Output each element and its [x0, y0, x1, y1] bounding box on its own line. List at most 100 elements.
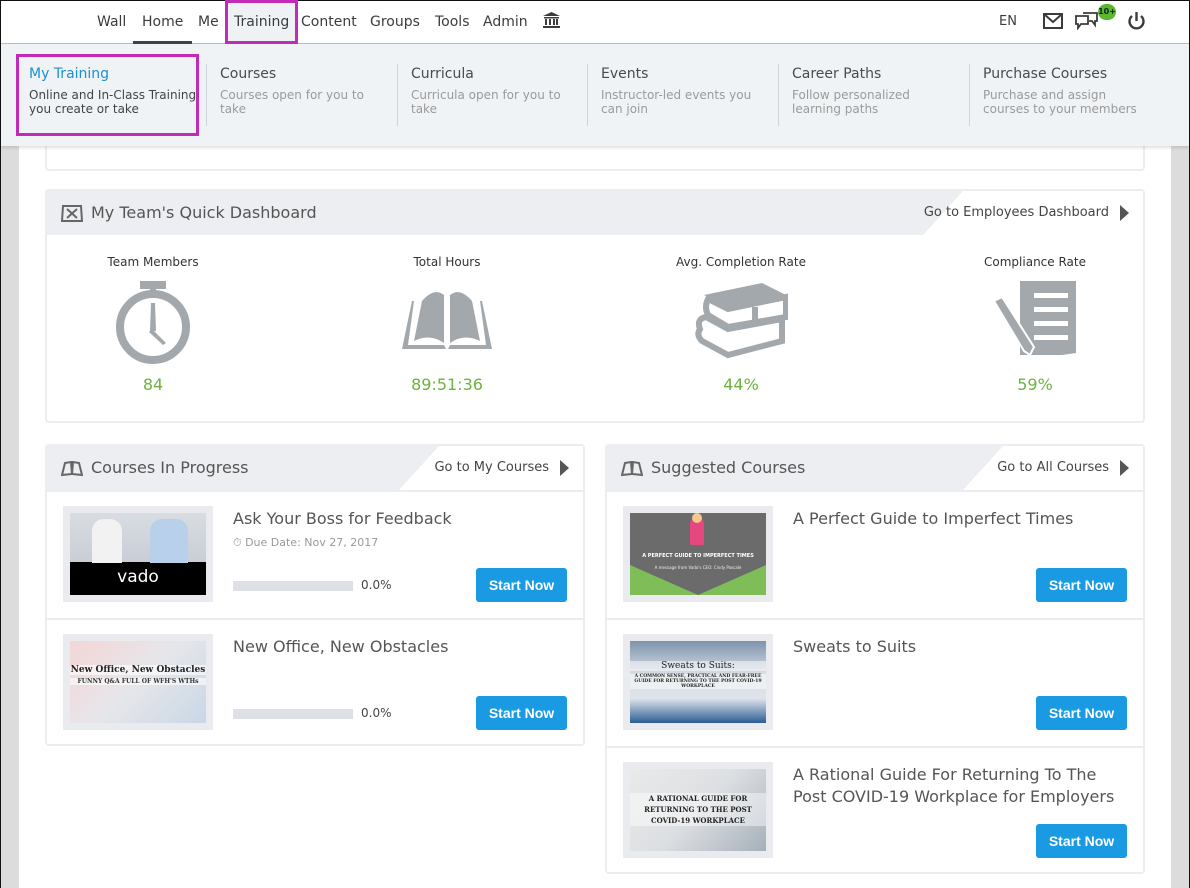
- menu-divider: [587, 64, 588, 126]
- courses-in-progress-card: Courses In Progress Go to My Courses vad…: [45, 444, 585, 746]
- go-to-employees-dashboard-link[interactable]: Go to Employees Dashboard: [923, 191, 1143, 235]
- stat-label: Total Hours: [413, 255, 481, 269]
- course-title[interactable]: Ask Your Boss for Feedback: [233, 508, 573, 530]
- stat-avg-completion: Avg. Completion Rate 44%: [641, 255, 841, 394]
- nav-admin[interactable]: Admin: [483, 1, 528, 43]
- language-selector[interactable]: EN: [999, 1, 1017, 43]
- dashboard-icon: [61, 205, 83, 222]
- document-pen-icon: [992, 281, 1076, 357]
- start-now-button[interactable]: Start Now: [1036, 824, 1127, 858]
- course-title[interactable]: A Rational Guide For Returning To The Po…: [793, 764, 1133, 808]
- stat-value: 44%: [723, 375, 759, 394]
- menu-divider: [206, 64, 207, 126]
- stat-label: Avg. Completion Rate: [676, 255, 806, 269]
- stat-value: 59%: [1017, 375, 1053, 394]
- course-row: A PERFECT GUIDE TO IMPERFECT TIMES A mes…: [607, 490, 1143, 618]
- course-row: Sweats to Suits: A COMMON SENSE, PRACTIC…: [607, 618, 1143, 746]
- card-title: Courses In Progress: [91, 458, 249, 477]
- thumbnail-text: New Office, New Obstacles: [70, 665, 206, 675]
- card-header: Suggested Courses Go to All Courses: [607, 446, 1143, 490]
- open-book-icon: [621, 460, 643, 477]
- nav-wall[interactable]: Wall: [97, 1, 126, 43]
- go-to-my-courses-link[interactable]: Go to My Courses: [399, 446, 583, 490]
- card-header: Courses In Progress Go to My Courses: [47, 446, 583, 490]
- open-book-icon: [402, 292, 492, 349]
- menu-item-title: Events: [601, 66, 649, 82]
- caret-right-icon: [1120, 205, 1129, 221]
- course-row: vado Ask Your Boss for Feedback ⏱ Due Da…: [47, 490, 583, 618]
- link-label: Go to My Courses: [434, 460, 549, 475]
- stat-label: Team Members: [107, 255, 199, 269]
- due-date: ⏱ Due Date: Nov 27, 2017: [233, 536, 378, 550]
- stopwatch-icon: [116, 281, 190, 364]
- nav-content[interactable]: Content: [301, 1, 357, 43]
- progress-bar: [233, 709, 353, 719]
- books-stack-icon: [695, 283, 788, 359]
- menu-item-title: Purchase Courses: [983, 66, 1108, 82]
- course-title[interactable]: Sweats to Suits: [793, 636, 1133, 658]
- suggested-courses-card: Suggested Courses Go to All Courses A PE…: [605, 444, 1145, 874]
- card-title: Suggested Courses: [651, 458, 806, 477]
- caret-right-icon: [1120, 460, 1129, 476]
- stopwatch-icon: ⏱: [233, 536, 246, 549]
- stat-compliance: Compliance Rate 59%: [935, 255, 1135, 394]
- menu-courses[interactable]: Courses Courses open for you to take: [206, 62, 390, 128]
- course-thumbnail[interactable]: Sweats to Suits: A COMMON SENSE, PRACTIC…: [623, 634, 773, 730]
- thumbnail-text: A PERFECT GUIDE TO IMPERFECT TIMES: [642, 553, 754, 559]
- start-now-button[interactable]: Start Now: [1036, 696, 1127, 730]
- menu-item-desc: Follow personalized learning paths: [792, 88, 910, 116]
- progress-percent: 0.0%: [361, 578, 392, 592]
- course-thumbnail[interactable]: A PERFECT GUIDE TO IMPERFECT TIMES A mes…: [623, 506, 773, 602]
- start-now-button[interactable]: Start Now: [476, 568, 567, 602]
- menu-events[interactable]: Events Instructor-led events you can joi…: [587, 62, 771, 128]
- nav-training[interactable]: Training: [224, 0, 299, 44]
- dashboard-stats: Team Members 84 Total Hours 89:51:36 Avg…: [47, 235, 1143, 421]
- menu-purchase-courses[interactable]: Purchase Courses Purchase and assign cou…: [969, 62, 1153, 128]
- team-dashboard-card: My Team's Quick Dashboard Go to Employee…: [45, 189, 1145, 423]
- notification-badge: 10+: [1098, 4, 1116, 20]
- mail-icon[interactable]: [1043, 13, 1063, 29]
- progress-bar: [233, 581, 353, 591]
- menu-item-desc: Instructor-led events you can join: [601, 88, 752, 116]
- menu-divider: [397, 64, 398, 126]
- nav-me[interactable]: Me: [198, 1, 219, 43]
- course-title[interactable]: New Office, New Obstacles: [233, 636, 573, 658]
- stat-label: Compliance Rate: [984, 255, 1086, 269]
- institution-icon[interactable]: [543, 12, 560, 29]
- start-now-button[interactable]: Start Now: [1036, 568, 1127, 602]
- menu-item-title: Courses: [220, 66, 277, 82]
- caret-right-icon: [560, 460, 569, 476]
- course-thumbnail[interactable]: A RATIONAL GUIDE FOR RETURNING TO THE PO…: [623, 762, 773, 858]
- link-label: Go to Employees Dashboard: [923, 205, 1109, 220]
- start-now-button[interactable]: Start Now: [476, 696, 567, 730]
- nav-tools[interactable]: Tools: [435, 1, 470, 43]
- course-thumbnail[interactable]: vado: [63, 506, 213, 602]
- top-navigation: Wall Home Me Training Content Groups Too…: [1, 0, 1189, 44]
- chat-icon[interactable]: [1075, 12, 1099, 30]
- power-icon[interactable]: [1128, 12, 1145, 30]
- card-header: My Team's Quick Dashboard Go to Employee…: [47, 191, 1143, 235]
- course-row: A RATIONAL GUIDE FOR RETURNING TO THE PO…: [607, 746, 1143, 874]
- nav-groups[interactable]: Groups: [370, 1, 420, 43]
- thumbnail-text: Sweats to Suits:: [630, 661, 766, 671]
- thumbnail-text: A RATIONAL GUIDE FOR RETURNING TO THE PO…: [630, 793, 766, 826]
- menu-career-paths[interactable]: Career Paths Follow personalized learnin…: [778, 62, 962, 128]
- course-thumbnail[interactable]: New Office, New Obstacles FUNNY Q&A FULL…: [63, 634, 213, 730]
- thumbnail-subtext: A COMMON SENSE, PRACTICAL AND FEAR-FREE …: [630, 674, 766, 689]
- menu-curricula[interactable]: Curricula Curricula open for you to take: [397, 62, 561, 128]
- thumbnail-subtext: A message from Vado's CEO: Cindy Pascale: [654, 565, 742, 570]
- menu-item-desc: Courses open for you to take: [220, 88, 364, 116]
- thumbnail-subtext: FUNNY Q&A FULL OF WFH'S WTHs: [70, 678, 206, 685]
- nav-home[interactable]: Home: [132, 1, 193, 44]
- open-book-icon: [61, 460, 83, 477]
- stat-value: 84: [142, 375, 164, 394]
- stat-total-hours: Total Hours 89:51:36: [347, 255, 547, 394]
- stat-value: 89:51:36: [411, 375, 483, 394]
- course-title[interactable]: A Perfect Guide to Imperfect Times: [793, 508, 1133, 530]
- highlight-box: [16, 54, 199, 136]
- menu-item-title: Career Paths: [792, 66, 882, 82]
- link-label: Go to All Courses: [997, 460, 1109, 475]
- thumbnail-text: vado: [117, 567, 159, 587]
- go-to-all-courses-link[interactable]: Go to All Courses: [963, 446, 1143, 490]
- menu-item-title: Curricula: [411, 66, 474, 82]
